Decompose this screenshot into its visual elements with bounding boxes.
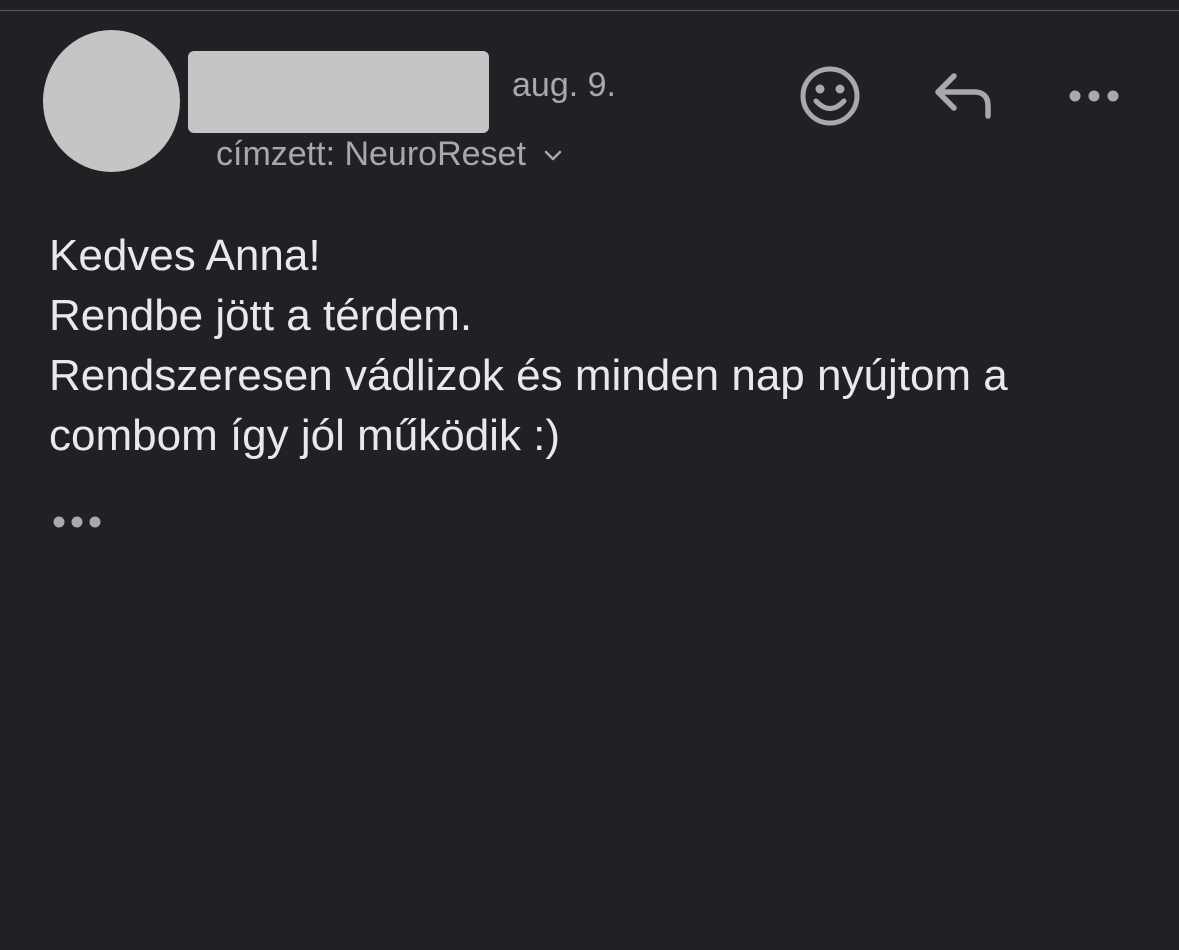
message-body: Kedves Anna! Rendbe jött a térdem. Rends… [49,226,1149,466]
chevron-down-icon [544,150,562,160]
body-line: combom így jól működik :) [49,411,561,460]
body-line: Kedves Anna! [49,231,321,280]
more-dots-icon [1069,90,1119,102]
smiley-icon [800,66,860,126]
recipient-toggle[interactable]: címzett: NeuroReset [216,135,564,174]
add-reaction-button[interactable] [798,64,862,128]
body-line: Rendbe jött a térdem. [49,291,473,340]
email-message-view: aug. 9. címzett: NeuroReset Kedves Anna!… [0,0,1179,950]
message-date: aug. 9. [512,66,616,104]
ellipsis-icon [53,516,101,528]
divider [0,10,1179,11]
show-trimmed-content-button[interactable] [50,510,106,534]
recipient-label: címzett: NeuroReset [216,135,526,173]
body-line: Rendszeresen vádlizok és minden nap nyúj… [49,351,1008,400]
sender-avatar[interactable] [43,30,180,172]
more-options-button[interactable] [1066,80,1122,112]
reply-button[interactable] [932,70,994,122]
reply-arrow-icon [935,73,991,119]
sender-name-redacted [188,51,489,133]
